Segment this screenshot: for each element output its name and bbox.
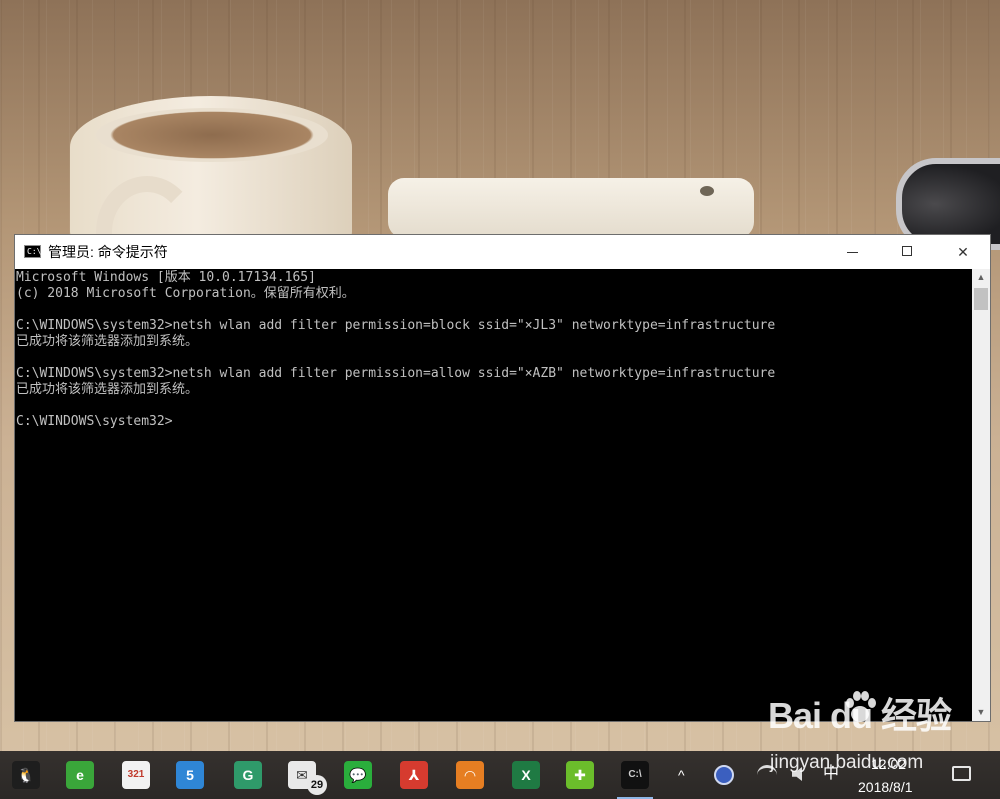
taskbar-app-glyph: ◠ [464, 767, 476, 783]
scroll-down-icon[interactable]: ▼ [972, 704, 990, 721]
taskbar-app-vpn-icon[interactable]: ◠ [456, 761, 484, 789]
taskbar-app-ie-browser-icon[interactable]: e [66, 761, 94, 789]
scrollbar-thumb[interactable] [974, 288, 988, 310]
mail-unread-badge: 29 [307, 775, 327, 795]
window-titlebar[interactable]: C:\_ 管理员: 命令提示符 ✕ [15, 235, 990, 269]
maximize-icon [902, 246, 912, 256]
console-line: 已成功将该筛选器添加到系统。 [16, 334, 199, 349]
coffee-surface-image [96, 108, 328, 162]
console-line: (c) 2018 Microsoft Corporation。保留所有权利。 [16, 286, 355, 301]
phone-button-image [700, 186, 714, 196]
clock-time[interactable]: 12:02 [871, 755, 906, 773]
clock-date[interactable]: 2018/8/1 [858, 778, 913, 796]
maximize-button[interactable] [885, 235, 931, 269]
console-output[interactable]: Microsoft Windows [版本 10.0.17134.165] (c)… [16, 270, 971, 721]
taskbar-app-reader-icon[interactable]: ⅄ [400, 761, 428, 789]
close-icon: ✕ [957, 244, 969, 260]
taskbar-app-wechat-icon[interactable]: 💬 [344, 761, 372, 789]
volume-icon[interactable] [792, 767, 802, 781]
vertical-scrollbar[interactable]: ▲ ▼ [972, 269, 990, 721]
baidu-tray-icon[interactable] [714, 765, 734, 785]
scroll-up-icon[interactable]: ▲ [972, 269, 990, 286]
taskbar: C:\ ✚ X ◠ ⅄ 💬 ✉ G 5 321 e 🐧 ^ 中 12:02 2018/8/1 29 [0, 751, 1000, 799]
minimize-button[interactable] [830, 235, 876, 269]
tray-overflow-chevron-icon[interactable]: ^ [678, 766, 685, 784]
taskbar-app-qq-icon[interactable]: 🐧 [12, 761, 40, 789]
minimize-icon [847, 252, 858, 253]
taskbar-app-guard-icon[interactable]: G [234, 761, 262, 789]
taskbar-app-glyph: 💬 [349, 767, 367, 783]
console-line: C:\WINDOWS\system32>netsh wlan add filte… [16, 366, 776, 381]
taskbar-app-excel-icon[interactable]: X [512, 761, 540, 789]
taskbar-app-command-prompt-icon[interactable]: C:\ [621, 761, 649, 789]
taskbar-app-glyph: 321 [127, 769, 145, 780]
taskbar-app-security-icon[interactable]: ✚ [566, 761, 594, 789]
ime-indicator[interactable]: 中 [823, 765, 839, 783]
taskbar-app-glyph: e [76, 767, 84, 783]
console-line: Microsoft Windows [版本 10.0.17134.165] [16, 270, 316, 285]
taskbar-app-glyph: ✚ [574, 767, 586, 783]
taskbar-app-game-icon[interactable]: 5 [176, 761, 204, 789]
taskbar-app-glyph: X [521, 767, 531, 783]
action-center-icon[interactable] [952, 766, 971, 781]
phone-image [388, 178, 754, 238]
command-prompt-window[interactable]: C:\_ 管理员: 命令提示符 ✕ Microsoft Windows [版本 … [14, 234, 991, 722]
cmd-icon-label: C:\_ [27, 247, 47, 256]
taskbar-app-glyph: ⅄ [408, 767, 420, 783]
close-button[interactable]: ✕ [940, 235, 986, 269]
console-line: 已成功将该筛选器添加到系统。 [16, 382, 199, 397]
taskbar-app-glyph: 🐧 [17, 767, 35, 783]
cmd-icon[interactable]: C:\_ [24, 245, 46, 258]
taskbar-app-glyph: 5 [186, 767, 194, 783]
taskbar-app-glyph: G [242, 767, 254, 783]
window-title: 管理员: 命令提示符 [48, 244, 168, 260]
console-line: C:\WINDOWS\system32>netsh wlan add filte… [16, 318, 776, 333]
console-line: C:\WINDOWS\system32> [16, 414, 173, 429]
taskbar-app-calendar-icon[interactable]: 321 [122, 761, 150, 789]
taskbar-app-glyph: C:\ [628, 769, 642, 780]
wifi-icon[interactable] [757, 765, 777, 785]
